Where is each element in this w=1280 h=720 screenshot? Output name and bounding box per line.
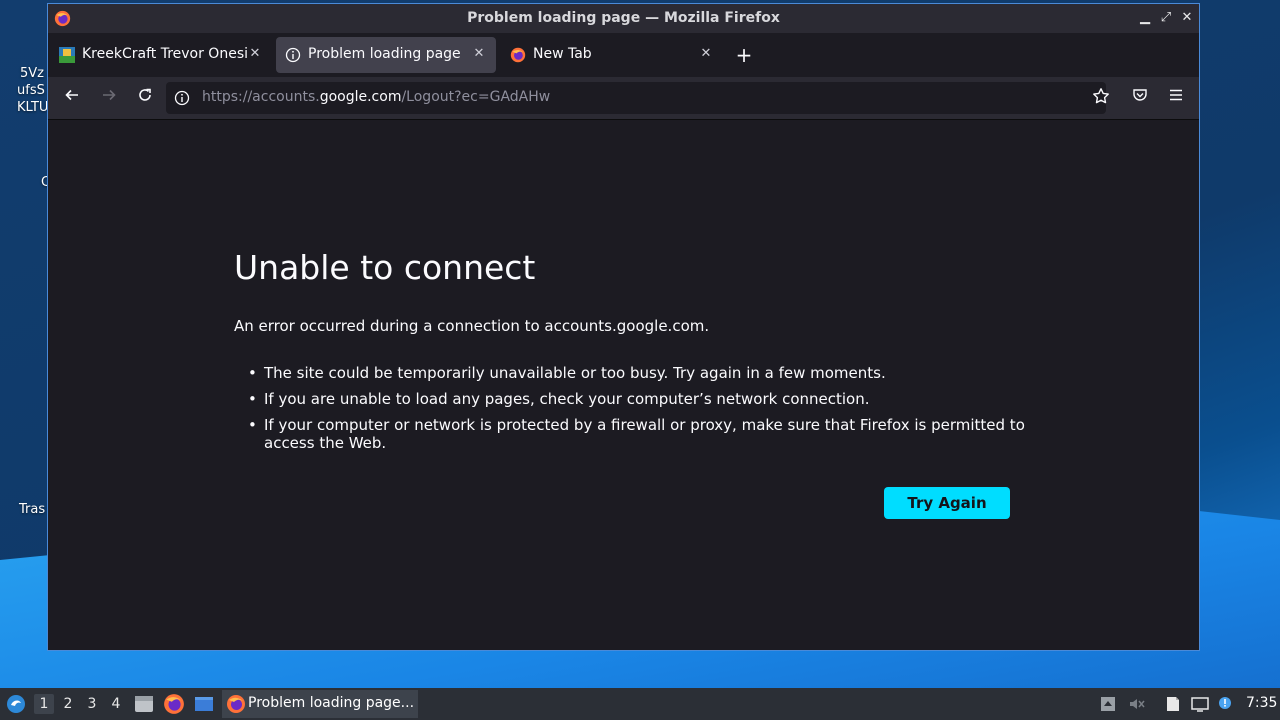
title-bar[interactable]: Problem loading page — Mozilla Firefox ▁… bbox=[48, 4, 1199, 33]
reload-icon bbox=[139, 88, 151, 101]
url-text[interactable]: https://accounts.google.com/Logout?ec=GA… bbox=[202, 89, 550, 105]
tab-strip: KreekCraft Trevor Onesie ✕ Problem loadi… bbox=[48, 33, 1199, 77]
taskbar: 1 2 3 4 Problem loading page... 7:35 bbox=[0, 688, 1280, 720]
tab-new-tab[interactable]: New Tab ✕ bbox=[501, 37, 723, 73]
url-host: google.com bbox=[319, 89, 402, 105]
tab-label: New Tab bbox=[533, 46, 592, 62]
workspace-3[interactable]: 3 bbox=[82, 694, 102, 714]
tab-problem-loading[interactable]: Problem loading page ✕ bbox=[276, 37, 496, 73]
pocket-button[interactable] bbox=[1129, 87, 1151, 109]
error-description: An error occurred during a connection to… bbox=[234, 317, 710, 335]
firefox-launcher-icon[interactable] bbox=[163, 693, 185, 715]
firefox-window: Problem loading page — Mozilla Firefox ▁… bbox=[47, 3, 1200, 651]
desktop-icon-label[interactable]: KLTU bbox=[17, 100, 48, 115]
desktop-icon-label[interactable]: 5Vz bbox=[20, 66, 44, 81]
task-label: Problem loading page... bbox=[248, 695, 415, 711]
window-title: Problem loading page — Mozilla Firefox bbox=[467, 10, 780, 26]
error-suggestions: The site could be temporarily unavailabl… bbox=[234, 364, 1064, 460]
desktop-icon-label[interactable]: ufsS bbox=[17, 83, 45, 98]
tray-up-arrow-icon[interactable] bbox=[1099, 695, 1117, 713]
taskbar-task-firefox[interactable]: Problem loading page... bbox=[222, 690, 418, 718]
workspace-4[interactable]: 4 bbox=[106, 694, 126, 714]
pocket-icon bbox=[1133, 89, 1147, 101]
workspace-2[interactable]: 2 bbox=[58, 694, 78, 714]
tab-kreekcraft[interactable]: KreekCraft Trevor Onesie ✕ bbox=[50, 37, 272, 73]
star-icon bbox=[1093, 88, 1109, 104]
back-arrow-icon bbox=[65, 89, 78, 101]
info-icon bbox=[285, 47, 301, 63]
url-path: /Logout?ec=GAdAHw bbox=[401, 89, 551, 105]
firefox-icon bbox=[510, 47, 526, 63]
workspace-1[interactable]: 1 bbox=[34, 694, 54, 714]
forward-arrow-icon bbox=[103, 89, 116, 101]
minimize-button[interactable]: ▁ bbox=[1137, 10, 1153, 26]
suggestion-item: If your computer or network is protected… bbox=[248, 416, 1064, 452]
navigation-toolbar: https://accounts.google.com/Logout?ec=GA… bbox=[48, 77, 1199, 120]
reload-button[interactable] bbox=[134, 87, 156, 109]
maximize-button[interactable]: ⤢ bbox=[1158, 10, 1174, 26]
try-again-button[interactable]: Try Again bbox=[884, 487, 1010, 519]
url-bar[interactable]: https://accounts.google.com/Logout?ec=GA… bbox=[166, 82, 1106, 114]
firefox-icon bbox=[226, 694, 246, 718]
tab-label: KreekCraft Trevor Onesie bbox=[82, 46, 247, 62]
page-content: Unable to connect An error occurred duri… bbox=[48, 120, 1199, 650]
clock[interactable]: 7:35 bbox=[1246, 695, 1277, 711]
volume-muted-icon[interactable] bbox=[1128, 695, 1146, 713]
display-icon[interactable] bbox=[1191, 695, 1209, 713]
url-prefix: https://accounts. bbox=[202, 89, 320, 105]
close-tab-icon[interactable]: ✕ bbox=[470, 45, 488, 63]
file-manager-icon[interactable] bbox=[133, 693, 155, 715]
suggestion-item: If you are unable to load any pages, che… bbox=[248, 390, 1064, 408]
hamburger-menu-icon bbox=[1170, 89, 1182, 101]
close-window-button[interactable]: ✕ bbox=[1179, 10, 1195, 26]
desktop-show-icon[interactable] bbox=[193, 693, 215, 715]
site-info-icon[interactable] bbox=[174, 90, 190, 110]
kreekcraft-favicon-icon bbox=[59, 47, 75, 63]
forward-button[interactable] bbox=[98, 87, 120, 109]
app-menu-button[interactable] bbox=[1165, 87, 1187, 109]
back-button[interactable] bbox=[61, 87, 83, 109]
close-tab-icon[interactable]: ✕ bbox=[246, 45, 264, 63]
update-notification-icon[interactable] bbox=[1216, 695, 1234, 713]
start-menu-icon[interactable] bbox=[5, 693, 27, 715]
bookmark-star-button[interactable] bbox=[1090, 87, 1112, 109]
desktop-icon-label[interactable]: Tras bbox=[19, 502, 45, 517]
tab-label: Problem loading page bbox=[308, 46, 461, 62]
error-title: Unable to connect bbox=[234, 248, 536, 287]
suggestion-item: The site could be temporarily unavailabl… bbox=[248, 364, 1064, 382]
clipboard-icon[interactable] bbox=[1164, 695, 1182, 713]
close-tab-icon[interactable]: ✕ bbox=[697, 45, 715, 63]
new-tab-button[interactable]: + bbox=[732, 43, 756, 67]
